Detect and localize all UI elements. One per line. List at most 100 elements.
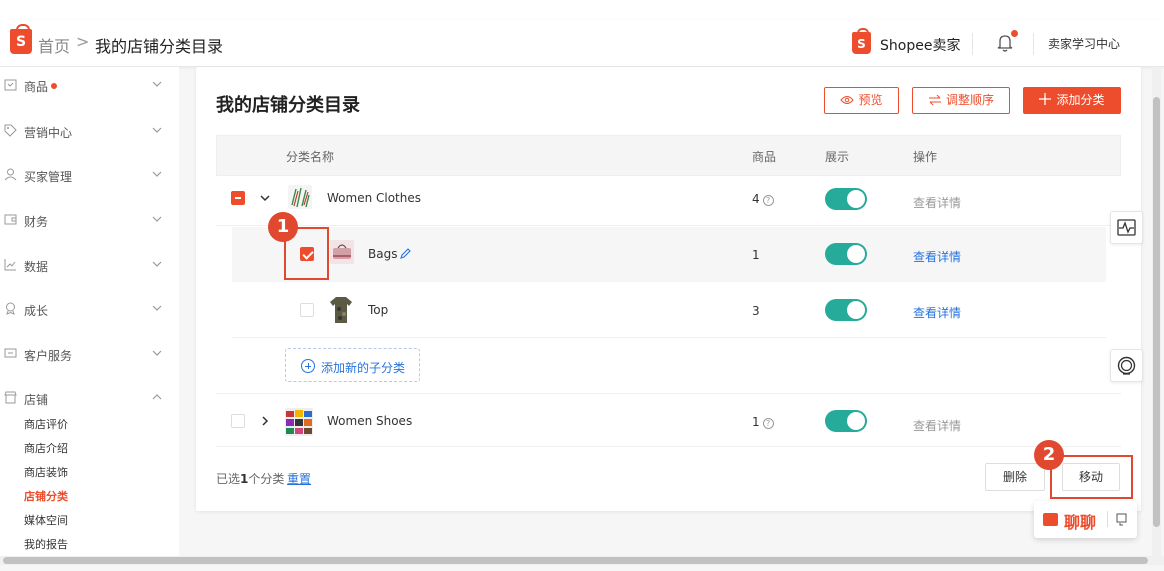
- category-name: Women Shoes: [327, 414, 413, 428]
- page-title: 我的店铺分类目录: [216, 95, 360, 116]
- add-subcategory-label: 添加新的子分类: [321, 361, 406, 375]
- plus-icon: [1039, 93, 1052, 105]
- message-icon: [4, 348, 17, 358]
- view-details-link[interactable]: 查看详情: [913, 248, 961, 265]
- tag-icon: [4, 124, 17, 137]
- product-count: 3: [752, 304, 760, 318]
- category-thumbnail: [285, 408, 313, 436]
- category-name: Top: [368, 303, 389, 317]
- shopee-seller-logo-icon: S: [852, 28, 871, 54]
- product-count-value: 1: [752, 415, 760, 429]
- annotation-badge: 1: [268, 212, 298, 242]
- view-details-link[interactable]: 查看详情: [913, 417, 961, 434]
- chevron-right-icon[interactable]: [261, 415, 269, 427]
- chat-divider: [1107, 511, 1108, 527]
- reorder-label: 调整顺序: [945, 93, 994, 107]
- annotation-badge: 2: [1034, 440, 1064, 470]
- help-icon[interactable]: ?: [762, 418, 774, 429]
- sidebar-item-shop[interactable]: 店铺: [0, 386, 179, 410]
- sidebar-item-label: 成长: [24, 304, 49, 318]
- sidebar-sub-my-reports[interactable]: 我的报告: [24, 536, 68, 552]
- sidebar-item-label: 财务: [24, 215, 49, 229]
- display-toggle[interactable]: [825, 410, 867, 432]
- row-checkbox[interactable]: [300, 303, 314, 317]
- chat-bubble-icon: [1043, 513, 1058, 526]
- sidebar-item-finance[interactable]: 财务: [0, 208, 179, 232]
- sidebar-item-marketing[interactable]: 营销中心: [0, 119, 179, 143]
- scrollbar-thumb[interactable]: [1153, 97, 1160, 527]
- help-icon[interactable]: ?: [762, 195, 774, 206]
- sidebar-item-label: 客户服务: [24, 349, 73, 363]
- delete-button[interactable]: 删除: [985, 463, 1045, 491]
- pulse-icon: [1117, 219, 1136, 236]
- view-details-link[interactable]: 查看详情: [913, 194, 961, 211]
- shopee-logo-icon[interactable]: S: [10, 24, 32, 54]
- sidebar-item-label: 买家管理: [24, 170, 73, 184]
- preview-label: 预览: [858, 93, 883, 107]
- shop-icon: [4, 391, 17, 404]
- headset-icon: [1117, 356, 1136, 375]
- user-icon: [4, 168, 17, 181]
- view-details-link[interactable]: 查看详情: [913, 304, 961, 321]
- row-checkbox[interactable]: [231, 191, 245, 205]
- sidebar-item-customer-service[interactable]: 客户服务: [0, 342, 179, 366]
- table-row: [232, 282, 1106, 338]
- add-subcategory-button[interactable]: 添加新的子分类: [285, 348, 420, 382]
- product-count: 1: [752, 248, 760, 262]
- activity-monitor-button[interactable]: [1110, 211, 1143, 244]
- chat-widget[interactable]: 聊聊: [1034, 501, 1137, 538]
- sidebar-item-data[interactable]: 数据: [0, 253, 179, 277]
- add-category-button[interactable]: 添加分类: [1023, 87, 1121, 114]
- support-button[interactable]: [1110, 349, 1143, 382]
- table-row-highlight: [232, 227, 1106, 282]
- chevron-down-icon[interactable]: [259, 194, 271, 202]
- swap-icon: [928, 94, 941, 106]
- display-toggle[interactable]: [825, 188, 867, 210]
- badge-icon: [6, 302, 15, 315]
- breadcrumb-home-link[interactable]: 首页: [38, 33, 70, 57]
- seller-centre-name[interactable]: Shopee卖家: [880, 35, 960, 55]
- sidebar-sub-shop-decoration[interactable]: 商店装饰: [24, 464, 68, 480]
- reset-link[interactable]: 重置: [287, 470, 311, 487]
- chevron-up-icon: [152, 394, 162, 400]
- sidebar-sub-shop-rating[interactable]: 商店评价: [24, 416, 68, 432]
- column-header-name: 分类名称: [286, 150, 335, 164]
- display-toggle[interactable]: [825, 299, 867, 321]
- preview-button[interactable]: 预览: [824, 87, 899, 114]
- selection-summary: 已选1个分类: [216, 470, 284, 487]
- learning-center-link[interactable]: 卖家学习中心: [1048, 35, 1120, 52]
- breadcrumb-current: 我的店铺分类目录: [95, 37, 224, 56]
- column-header-actions: 操作: [913, 150, 938, 164]
- horizontal-scrollbar[interactable]: [0, 556, 1164, 565]
- product-count: 4?: [752, 192, 774, 206]
- sidebar: 商品 营销中心 买家管理 财务 数据 成长 客户服务 店铺 商店评价 商店介绍 …: [0, 67, 179, 561]
- reorder-button[interactable]: 调整顺序: [912, 87, 1010, 114]
- category-thumbnail: [330, 240, 354, 264]
- plus-circle-icon: [301, 359, 315, 373]
- category-thumbnail: [288, 185, 312, 209]
- sidebar-sub-shop-categories[interactable]: 店铺分类: [24, 488, 68, 504]
- sidebar-item-products[interactable]: 商品: [0, 73, 179, 97]
- header-divider: [1033, 33, 1034, 55]
- scrollbar-thumb[interactable]: [3, 557, 1148, 564]
- display-toggle[interactable]: [825, 243, 867, 265]
- top-band: [0, 0, 1164, 20]
- vertical-scrollbar[interactable]: [1152, 67, 1161, 561]
- sidebar-item-buyers[interactable]: 买家管理: [0, 163, 179, 187]
- sidebar-sub-media-space[interactable]: 媒体空间: [24, 512, 68, 528]
- sidebar-item-label: 商品: [24, 80, 49, 94]
- chevron-down-icon: [152, 261, 162, 267]
- sidebar-sub-shop-profile[interactable]: 商店介绍: [24, 440, 68, 456]
- chevron-down-icon: [152, 127, 162, 133]
- category-thumbnail: [330, 297, 352, 323]
- sidebar-item-growth[interactable]: 成长: [0, 297, 179, 321]
- row-divider: [216, 446, 1121, 447]
- header-divider: [972, 33, 973, 55]
- chevron-down-icon: [152, 350, 162, 356]
- row-checkbox[interactable]: [231, 414, 245, 428]
- breadcrumb-separator: >: [76, 32, 90, 51]
- expand-window-icon[interactable]: [1116, 513, 1128, 526]
- column-header-display: 展示: [825, 150, 850, 164]
- chart-icon: [4, 259, 16, 271]
- edit-pencil-icon[interactable]: [399, 247, 412, 260]
